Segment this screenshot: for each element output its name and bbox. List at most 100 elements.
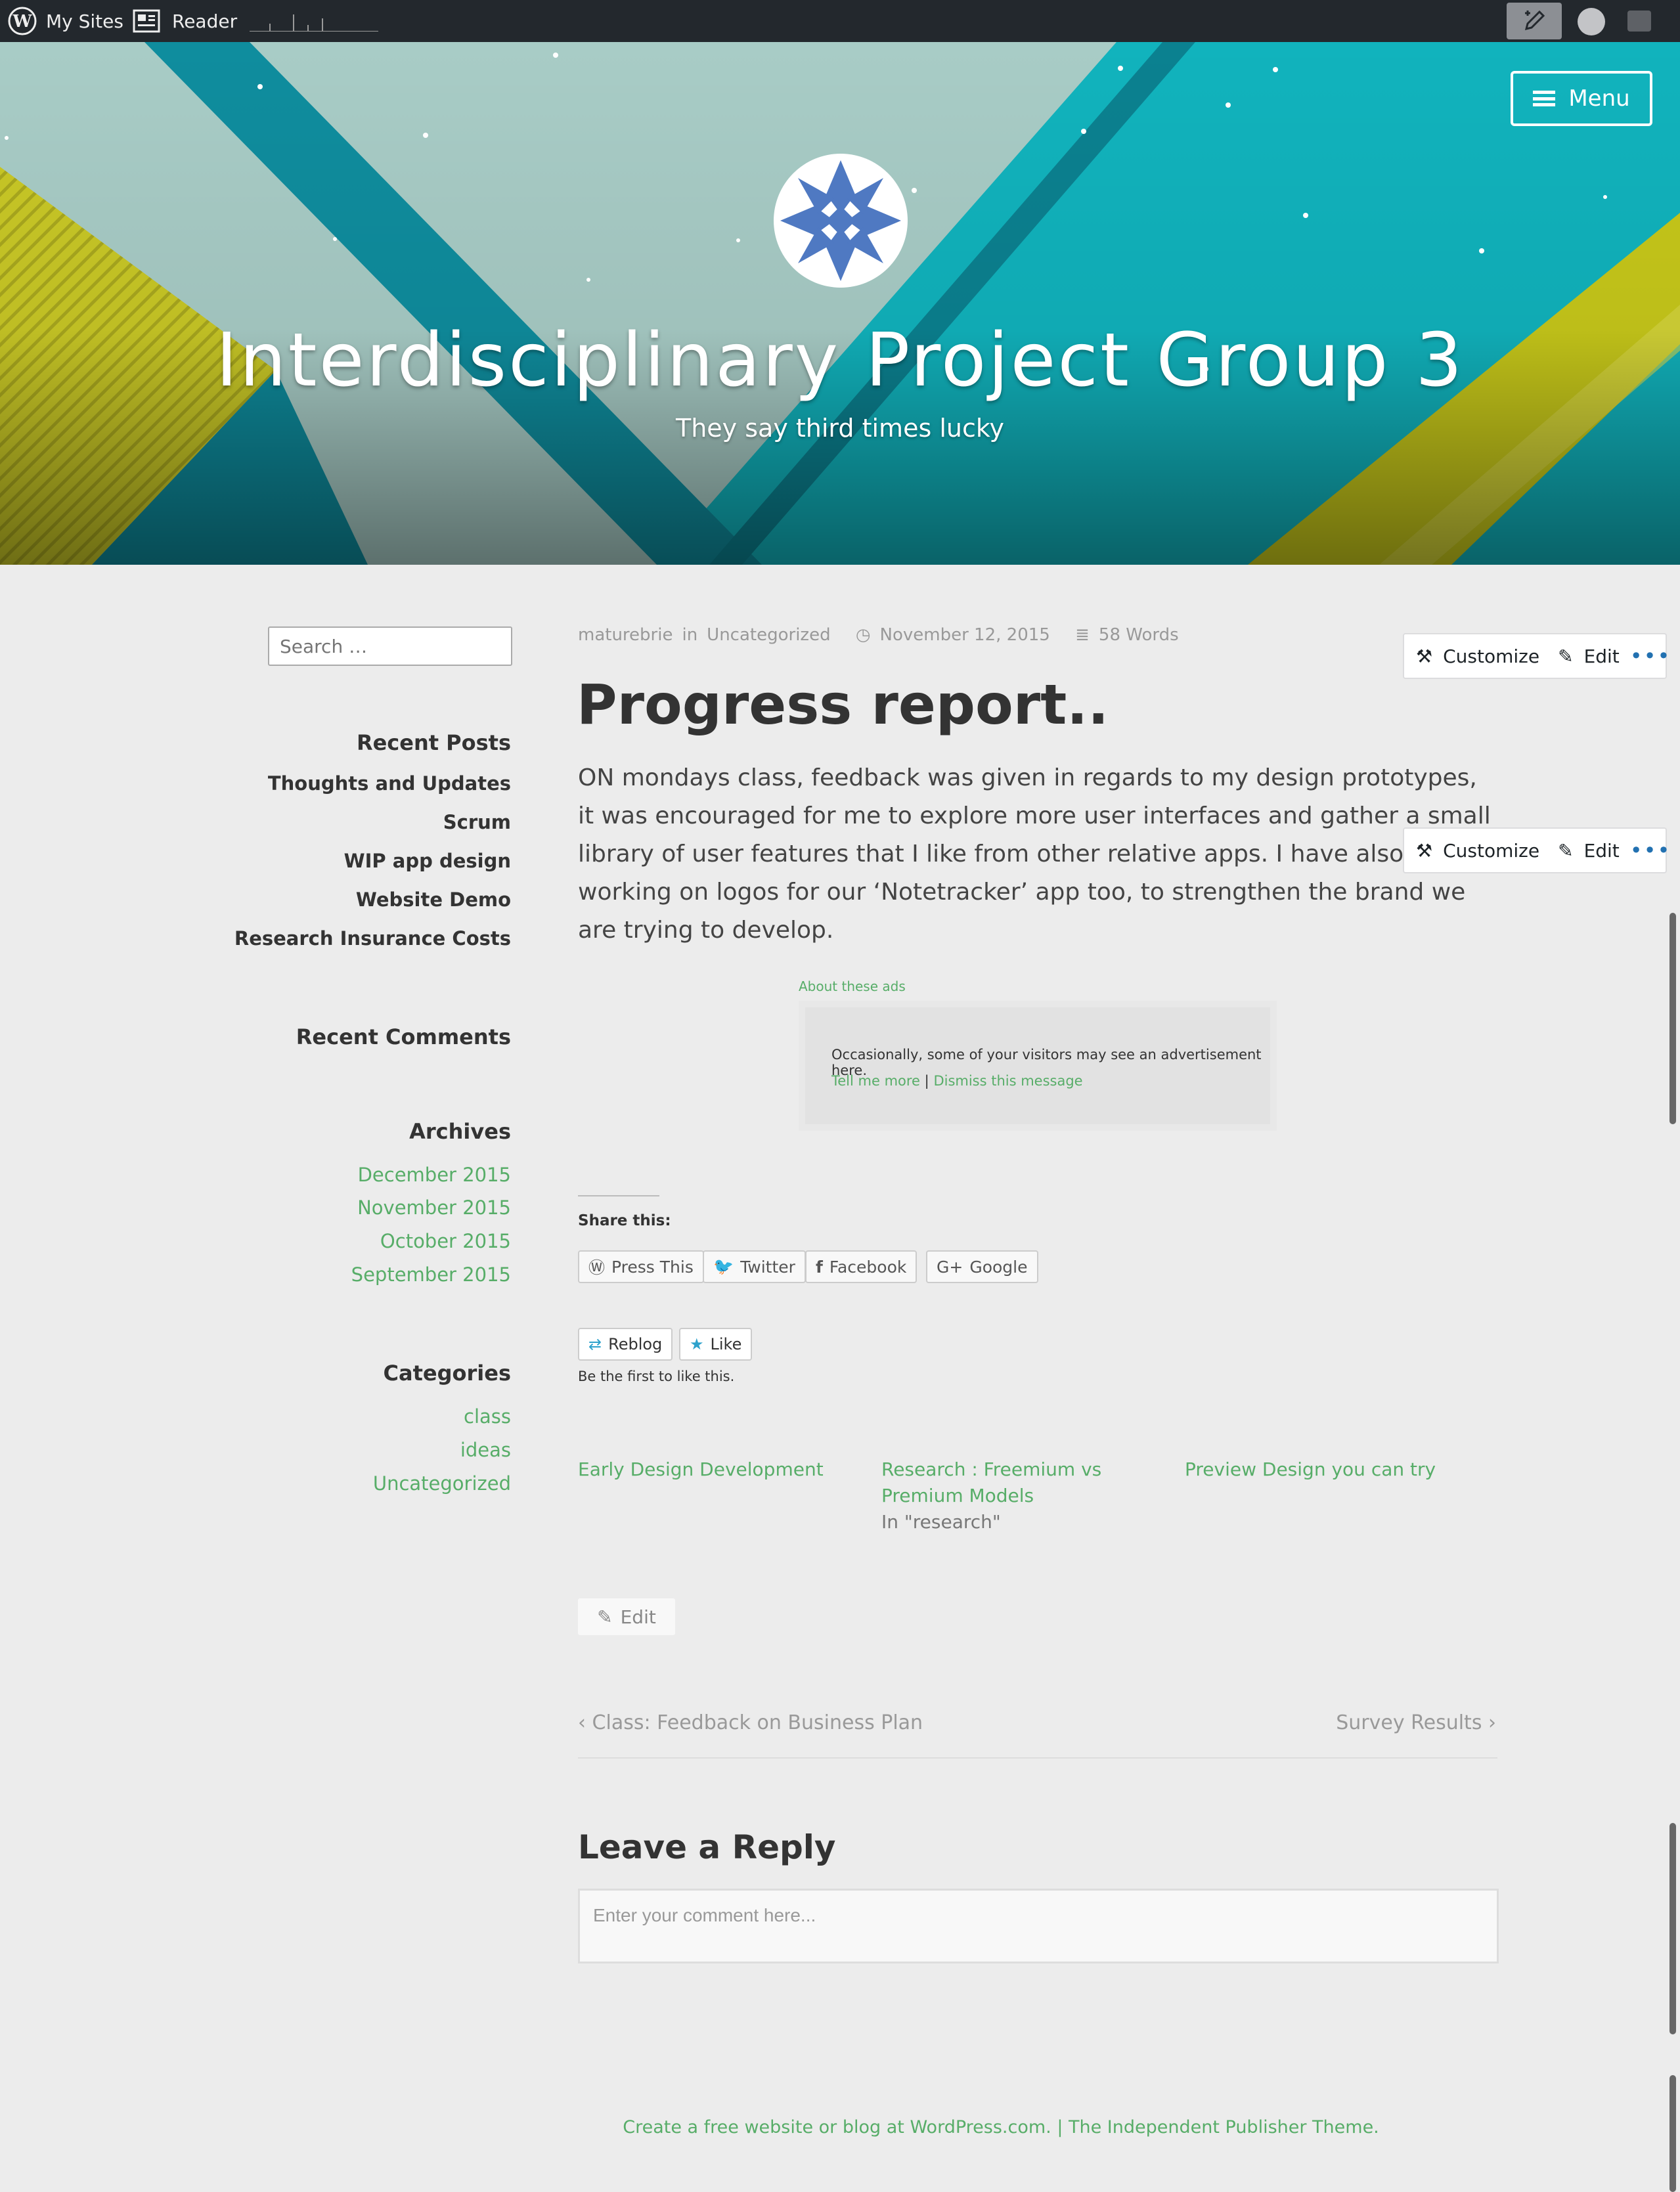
share-google-button[interactable]: G+ Google (926, 1250, 1038, 1283)
post-word-count: 58 Words (1098, 625, 1179, 645)
wrench-icon: ⚒ (1416, 645, 1433, 667)
twitter-icon: 🐦 (713, 1257, 734, 1276)
customize-button[interactable]: Customize (1443, 646, 1539, 667)
search-input[interactable] (268, 626, 512, 666)
tell-me-more-link[interactable]: Tell me more (831, 1073, 920, 1089)
ad-links: Tell me more | Dismiss this message (831, 1073, 1083, 1089)
wordpress-logo-icon[interactable]: W (8, 0, 39, 42)
user-avatar[interactable] (1578, 8, 1605, 35)
post-meta: maturebrie in Uncategorized ◷ November 12, … (578, 625, 1188, 645)
site-tagline: They say third times lucky (676, 414, 1004, 443)
recent-posts-title: Recent Posts (356, 730, 511, 755)
chevron-right-icon: › (1482, 1711, 1496, 1734)
archive-link[interactable]: September 2015 (351, 1263, 511, 1286)
wrench-icon: ⚒ (1416, 839, 1433, 862)
theme-link[interactable]: The Independent Publisher Theme. (1069, 2117, 1379, 2137)
share-label: Twitter (740, 1257, 795, 1277)
share-label: Google (969, 1257, 1028, 1277)
site-logo[interactable] (774, 154, 908, 288)
next-post-title: Survey Results (1336, 1711, 1482, 1734)
category-link[interactable]: ideas (460, 1439, 511, 1461)
comment-placeholder: Enter your comment here... (593, 1905, 816, 1925)
header-background (0, 42, 1680, 565)
my-sites-link[interactable]: My Sites (46, 0, 123, 42)
scrollbar-thumb[interactable] (1669, 913, 1676, 1124)
notifications-icon[interactable] (1627, 11, 1651, 32)
pencil-icon: ✎ (597, 1606, 613, 1628)
recent-post-link[interactable]: Scrum (443, 811, 511, 833)
scrollbar-thumb[interactable] (1669, 2075, 1676, 2192)
recent-post-link[interactable]: WIP app design (344, 850, 511, 872)
write-post-button[interactable] (1507, 3, 1562, 39)
reblog-button[interactable]: ⇄ Reblog (578, 1328, 673, 1361)
facebook-icon: f (816, 1257, 823, 1277)
post-meta-in: in (682, 625, 698, 645)
google-plus-icon: G+ (937, 1257, 963, 1277)
reader-icon[interactable] (133, 0, 160, 42)
edit-button[interactable]: Edit (1584, 646, 1620, 667)
archive-link[interactable]: November 2015 (357, 1196, 511, 1219)
reply-title: Leave a Reply (578, 1828, 836, 1866)
category-link[interactable]: class (464, 1405, 511, 1428)
footer-separator: | (1051, 2117, 1069, 2137)
category-link[interactable]: Uncategorized (373, 1472, 511, 1495)
ad-links-separator: | (924, 1073, 929, 1089)
recent-post-link[interactable]: Research Insurance Costs (234, 927, 511, 950)
share-twitter-button[interactable]: 🐦 Twitter (703, 1250, 806, 1283)
related-post-title[interactable]: Research : Freemium vs Premium Models (881, 1457, 1118, 1509)
menu-button[interactable]: Menu (1511, 71, 1652, 126)
archive-link[interactable]: October 2015 (380, 1230, 511, 1252)
site-title[interactable]: Interdisciplinary Project Group 3 (0, 318, 1680, 403)
post-date[interactable]: November 12, 2015 (880, 625, 1050, 645)
svg-text:W: W (12, 12, 32, 32)
post-author[interactable]: maturebrie (578, 625, 673, 645)
more-options-button[interactable]: ••• (1630, 838, 1671, 863)
ad-placeholder: Occasionally, some of your visitors may … (799, 1001, 1277, 1131)
wordpress-com-link[interactable]: Create a free website or blog at WordPre… (623, 2117, 1051, 2137)
previous-post-title: Class: Feedback on Business Plan (592, 1711, 923, 1734)
previous-post-link[interactable]: ‹ Class: Feedback on Business Plan (578, 1711, 923, 1734)
clock-icon: ◷ (855, 625, 871, 645)
about-ads-link[interactable]: About these ads (799, 978, 906, 994)
pencil-icon: ✎ (1558, 645, 1574, 667)
edit-post-label: Edit (620, 1606, 656, 1628)
edit-button[interactable]: Edit (1584, 840, 1620, 862)
reblog-label: Reblog (608, 1335, 663, 1353)
related-post-title[interactable]: Early Design Development (578, 1457, 841, 1483)
nav-divider (578, 1757, 1497, 1759)
site-footer: Create a free website or blog at WordPre… (0, 2117, 1680, 2137)
recent-post-link[interactable]: Website Demo (356, 888, 511, 911)
archives-title: Archives (409, 1119, 511, 1144)
share-divider (578, 1195, 659, 1196)
related-post-context: In "research" (881, 1511, 1001, 1533)
wordpress-icon: Ⓦ (588, 1258, 606, 1277)
related-post[interactable]: Preview Design you can try (1185, 1457, 1448, 1483)
post-category[interactable]: Uncategorized (707, 625, 830, 645)
categories-title: Categories (383, 1361, 511, 1386)
like-button[interactable]: ★ Like (679, 1328, 753, 1361)
reader-link[interactable]: Reader (172, 0, 237, 42)
recent-post-link[interactable]: Thoughts and Updates (268, 772, 511, 795)
comment-textarea[interactable]: Enter your comment here... (578, 1889, 1499, 1963)
like-status-text: Be the first to like this. (578, 1369, 735, 1384)
site-header: Menu Interdisciplinary Project Group 3 T… (0, 42, 1680, 565)
dismiss-message-link[interactable]: Dismiss this message (933, 1073, 1082, 1089)
like-label: Like (710, 1335, 742, 1353)
edit-post-button[interactable]: ✎ Edit (578, 1598, 675, 1635)
related-post-title[interactable]: Preview Design you can try (1185, 1457, 1448, 1483)
related-post[interactable]: Research : Freemium vs Premium Models In… (881, 1457, 1118, 1535)
related-post[interactable]: Early Design Development (578, 1457, 841, 1483)
share-title: Share this: (578, 1212, 671, 1229)
archive-link[interactable]: December 2015 (358, 1164, 511, 1186)
chevron-left-icon: ‹ (578, 1711, 592, 1734)
share-press-this-button[interactable]: Ⓦ Press This (578, 1250, 704, 1283)
hamburger-icon (1533, 91, 1556, 106)
customize-button[interactable]: Customize (1443, 840, 1539, 862)
next-post-link[interactable]: Survey Results › (1336, 1711, 1496, 1734)
more-options-button[interactable]: ••• (1630, 644, 1671, 669)
share-facebook-button[interactable]: f Facebook (805, 1250, 917, 1283)
menu-label: Menu (1568, 85, 1630, 112)
stats-sparkline[interactable] (250, 12, 378, 32)
post-title: Progress report.. (577, 672, 1109, 737)
scrollbar-thumb[interactable] (1669, 1823, 1676, 2034)
